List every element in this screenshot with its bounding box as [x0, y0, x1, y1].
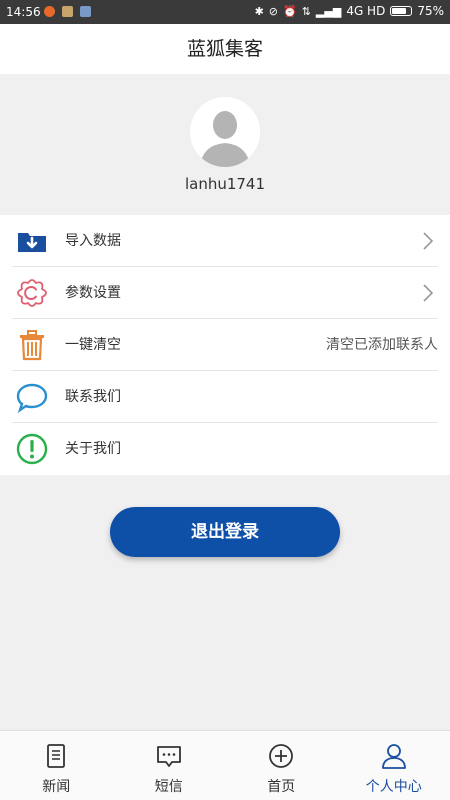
home-plus-icon [269, 744, 294, 768]
notification-app-icon [44, 6, 55, 17]
clear-contacts-hint: 清空已添加联系人 [326, 337, 438, 353]
notification-app-icon [62, 6, 73, 17]
import-folder-icon [18, 233, 46, 252]
default-avatar-icon [190, 97, 260, 167]
trash-icon [20, 330, 44, 361]
username: lanhu1741 [184, 175, 266, 193]
network-label: 4G HD [346, 4, 386, 18]
tab-home[interactable]: 首页 [225, 731, 338, 800]
profile-section: lanhu1741 [0, 74, 450, 214]
menu-item-clear-all[interactable]: 一键清空 清空已添加联系人 [0, 319, 450, 371]
settings-menu: 导入数据 参数设置 一键清空 清空已添加联系人 联系我们 关于我们 [0, 215, 450, 475]
tab-label: 新闻 [42, 779, 71, 795]
avatar[interactable] [190, 97, 260, 167]
bottom-tab-bar: 新闻 短信 首页 个人中心 [0, 730, 450, 800]
news-document-icon [47, 744, 66, 768]
alarm-icon: ⏰ [283, 4, 297, 18]
menu-item-contact-us[interactable]: 联系我们 [0, 371, 450, 423]
signal-icon: ▂▄▆ [315, 4, 342, 18]
tab-sms[interactable]: 短信 [113, 731, 226, 800]
chat-bubble-icon [16, 383, 48, 413]
status-bar: 14:56 ✱ ⊘ ⏰ ⇅ ▂▄▆ 4G HD 75% [0, 0, 450, 24]
mute-icon: ⊘ [268, 4, 278, 18]
tab-label: 首页 [267, 779, 296, 795]
app-header: 蓝狐集客 [0, 24, 450, 74]
menu-item-label: 一键清空 [65, 337, 121, 353]
menu-item-about-us[interactable]: 关于我们 [0, 423, 450, 475]
menu-item-parameter-settings[interactable]: 参数设置 [0, 267, 450, 319]
menu-item-label: 关于我们 [65, 441, 121, 457]
menu-item-label: 联系我们 [65, 389, 121, 405]
battery-icon [390, 6, 413, 16]
settings-gear-icon [17, 279, 47, 307]
menu-item-label: 参数设置 [65, 285, 121, 301]
status-time: 14:56 [6, 5, 41, 19]
sms-message-icon [156, 746, 181, 767]
notification-app-icon [80, 6, 91, 17]
user-profile-icon [381, 744, 406, 769]
tab-label: 短信 [154, 779, 183, 795]
chevron-right-icon [423, 232, 434, 250]
menu-item-import-data[interactable]: 导入数据 [0, 215, 450, 267]
logout-button[interactable]: 退出登录 [110, 507, 340, 557]
status-indicators: ✱ ⊘ ⏰ ⇅ ▂▄▆ 4G HD 75% [255, 4, 444, 18]
data-arrows-icon: ⇅ [301, 4, 311, 18]
bluetooth-icon: ✱ [254, 4, 264, 18]
tab-label: 个人中心 [365, 779, 422, 795]
info-exclamation-icon [16, 433, 48, 465]
chevron-right-icon [423, 284, 434, 302]
page-title: 蓝狐集客 [186, 38, 263, 60]
tab-personal-center[interactable]: 个人中心 [338, 731, 450, 800]
tab-news[interactable]: 新闻 [0, 731, 113, 800]
battery-label: 75% [417, 4, 444, 18]
menu-item-label: 导入数据 [65, 233, 121, 249]
